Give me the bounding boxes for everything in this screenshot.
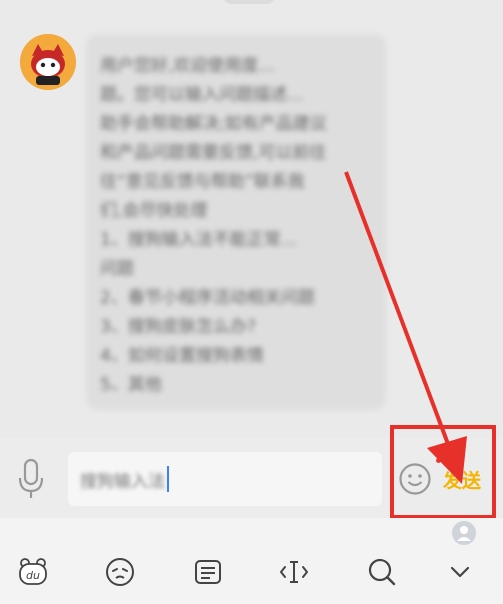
message-line: 助手会帮助解决;如有产品建议 (100, 114, 327, 134)
message-line: 2、春节小程序活动相关问题 (100, 288, 315, 308)
cursor-move-button[interactable] (278, 556, 310, 588)
face-button[interactable] (104, 556, 136, 588)
clipboard-button[interactable] (192, 556, 224, 588)
cursor-move-icon (280, 561, 308, 583)
message-input-text: 搜狗输入法 (80, 471, 165, 492)
account-button[interactable] (452, 521, 476, 545)
text-caret (167, 466, 169, 492)
du-logo-icon: du (19, 558, 47, 585)
message-line: 们,会尽快处理 (100, 201, 208, 221)
clipboard-icon (195, 560, 221, 584)
previous-message-fragment (222, 0, 276, 4)
message-line: 题。您可以输入问题描述... (100, 85, 304, 105)
annotation-highlight-box (390, 425, 496, 519)
voice-input-button[interactable] (16, 458, 46, 500)
keyboard-logo-button[interactable]: du (17, 556, 49, 588)
keyboard-toolbar (0, 518, 503, 604)
message-line: 5、其他 (100, 375, 162, 395)
message-bubble: 用户您好,欢迎使用度... 题。您可以输入问题描述... 助手会帮助解决;如有产… (86, 34, 386, 410)
microphone-icon (18, 458, 44, 498)
chat-area: 用户您好,欢迎使用度... 题。您可以输入问题描述... 助手会帮助解决;如有产… (0, 0, 503, 438)
person-icon (452, 521, 476, 545)
face-icon (106, 558, 134, 586)
message-line: 1、搜狗输入法不能正常... (100, 230, 298, 250)
search-icon (368, 558, 396, 586)
message-line: 3、搜狗皮肤怎么办? (100, 317, 256, 337)
search-button[interactable] (366, 556, 398, 588)
avatar[interactable] (20, 34, 76, 90)
svg-text:du: du (26, 569, 40, 582)
message-line: 用户您好,欢迎使用度... (100, 56, 275, 76)
message-line: 4、如何设置搜狗表情 (100, 346, 264, 366)
message-input[interactable]: 搜狗输入法 (68, 452, 382, 506)
avatar-mascot-icon (20, 34, 76, 90)
message-line: 问题 (100, 259, 134, 279)
message-line: 往“意见反馈与帮助”联系我 (100, 172, 305, 192)
chevron-down-icon (450, 566, 470, 578)
collapse-keyboard-button[interactable] (444, 556, 476, 588)
message-line: 和产品问题需要反馈,可以前往 (100, 143, 327, 163)
